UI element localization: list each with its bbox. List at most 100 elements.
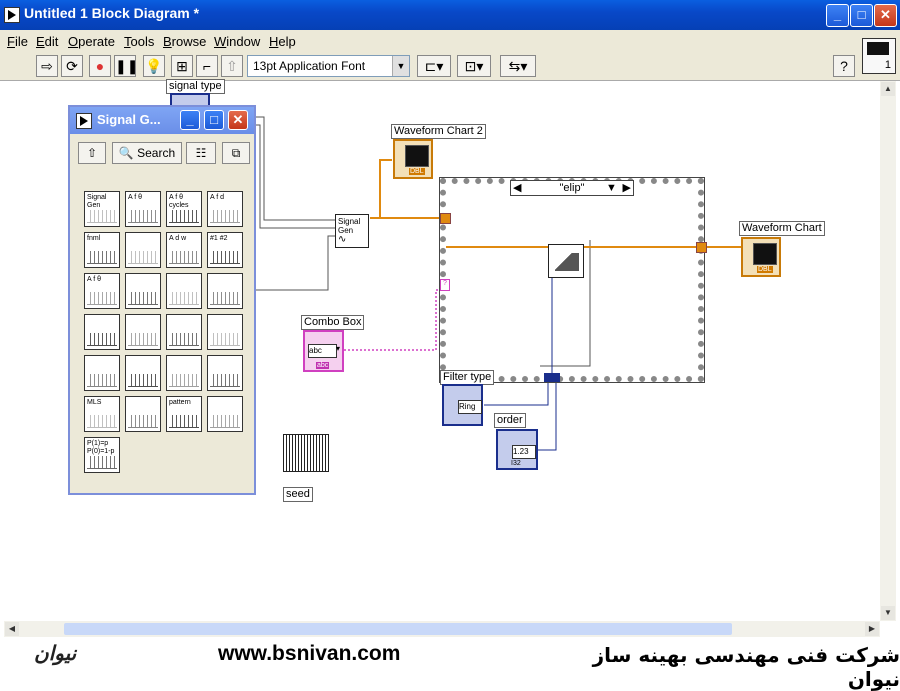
waveform-icon — [128, 251, 158, 264]
decrement-arrow-icon[interactable]: ◀ — [513, 181, 521, 195]
waveform-icon — [210, 251, 240, 264]
waveform-icon — [128, 333, 158, 346]
palette-maximize-button[interactable]: □ — [204, 110, 224, 130]
palette-vi-icon[interactable] — [166, 273, 202, 309]
watermark-banner: نیوان www.bsnivan.com شرکت فنی مهندسی به… — [0, 637, 900, 691]
palette-vi-icon[interactable]: MLS — [84, 396, 120, 432]
palette-vi-icon[interactable] — [125, 314, 161, 350]
palette-vi-icon[interactable]: A f θ — [84, 273, 120, 309]
palette-vi-icon[interactable] — [125, 355, 161, 391]
palette-search-button[interactable]: 🔍 Search — [112, 142, 182, 164]
tunnel-in-orange[interactable] — [440, 213, 451, 224]
waveform-icon — [128, 292, 158, 305]
palette-search-label: Search — [137, 146, 176, 160]
palette-vi-icon[interactable]: fnml — [84, 232, 120, 268]
scroll-down-icon[interactable]: ▼ — [881, 606, 895, 620]
increment-arrow-icon[interactable]: ▶ — [623, 181, 631, 195]
scroll-right-icon[interactable]: ▶ — [865, 622, 879, 636]
horizontal-scrollbar[interactable]: ◀ ▶ — [4, 621, 880, 637]
website-url: www.bsnivan.com — [218, 642, 401, 665]
filter-type-label: Filter type — [440, 370, 495, 385]
palette-vi-caption: A f d — [210, 194, 225, 201]
sine-wave-icon: ∿ — [338, 234, 347, 245]
palette-vi-icon[interactable] — [207, 273, 243, 309]
signal-generation-palette[interactable]: Signal G... _ □ ✕ ⇧ 🔍 Search ☷ ⧉ Signal … — [68, 105, 256, 495]
scroll-up-icon[interactable]: ▲ — [881, 82, 895, 96]
palette-vi-icon[interactable] — [125, 396, 161, 432]
case-selector-terminal[interactable]: ? — [440, 279, 450, 291]
palette-close-button[interactable]: ✕ — [228, 110, 248, 130]
palette-vi-icon[interactable]: Signal Gen — [84, 191, 120, 227]
palette-vi-icon[interactable]: pattern — [166, 396, 202, 432]
waveform-chart-terminal[interactable]: DBL — [741, 237, 781, 277]
palette-vi-icon[interactable] — [166, 355, 202, 391]
waveform-icon — [169, 415, 199, 428]
palette-vi-icon[interactable]: A f θ cycles — [166, 191, 202, 227]
chart-icon — [405, 145, 429, 167]
signal-type-label: signal type — [166, 79, 225, 94]
wire-signal-type-2 — [256, 124, 336, 229]
palette-vi-caption: A d w — [169, 235, 187, 242]
company-name: شرکت فنی مهندسی بهینه ساز نیوان — [592, 643, 900, 691]
waveform-icon — [210, 374, 240, 387]
waveform-icon — [169, 251, 199, 264]
filter-type-terminal[interactable]: Ring — [442, 384, 483, 426]
filter-vi-node[interactable] — [548, 244, 584, 278]
waveform-icon — [169, 292, 199, 305]
noise-generator-node[interactable] — [283, 434, 329, 472]
waveform-chart-2-label: Waveform Chart 2 — [391, 124, 486, 139]
seed-label: seed — [283, 487, 313, 502]
palette-vi-caption: MLS — [87, 399, 102, 406]
palette-vi-icon[interactable]: P(1)=p P(0)=1-p — [84, 437, 120, 473]
filter-type-value: Ring — [458, 400, 482, 414]
waveform-icon — [210, 210, 240, 223]
waveform-icon — [87, 456, 117, 469]
dbl-tag: DBL — [409, 168, 425, 175]
palette-vi-icon[interactable] — [125, 273, 161, 309]
palette-vi-caption: fnml — [87, 235, 101, 242]
chart-icon — [753, 243, 777, 265]
palette-vi-icon[interactable] — [125, 232, 161, 268]
palette-up-icon[interactable]: ⇧ — [78, 142, 106, 164]
palette-vi-icon[interactable]: A f d — [207, 191, 243, 227]
waveform-icon — [169, 374, 199, 387]
palette-minimize-button[interactable]: _ — [180, 110, 200, 130]
combo-box-label: Combo Box — [301, 315, 365, 330]
company-logo: نیوان — [34, 641, 77, 665]
palette-vi-icon[interactable] — [84, 355, 120, 391]
palette-vi-icon[interactable] — [207, 355, 243, 391]
palette-options-icon[interactable]: ⧉ — [222, 142, 250, 164]
scroll-left-icon[interactable]: ◀ — [5, 622, 19, 636]
palette-vi-icon[interactable]: A f θ — [125, 191, 161, 227]
palette-vi-icon[interactable] — [84, 314, 120, 350]
case-selector[interactable]: ◀ "elip" ▼ ▶ — [510, 180, 634, 196]
tunnel-blue[interactable] — [544, 373, 560, 382]
vertical-scrollbar[interactable]: ▲ ▼ — [880, 81, 896, 621]
palette-vi-caption: A f θ — [128, 194, 143, 201]
wire-signal-type — [256, 116, 336, 221]
order-terminal[interactable]: 1.23 I32 — [496, 429, 538, 470]
waveform-icon — [87, 415, 117, 428]
palette-title-bar[interactable]: Signal G... _ □ ✕ — [70, 107, 254, 134]
waveform-chart-2-terminal[interactable]: DBL — [393, 139, 433, 179]
palette-vi-icon[interactable] — [207, 314, 243, 350]
filter-response-icon — [555, 253, 579, 271]
palette-view-icon[interactable]: ☷ — [186, 142, 216, 164]
combo-type-tag: abc — [316, 362, 330, 369]
signal-gen-node[interactable]: Signal Gen ∿ — [335, 214, 369, 248]
waveform-icon — [210, 292, 240, 305]
palette-vi-icon[interactable]: #1 #2 — [207, 232, 243, 268]
signal-gen-node-label: Signal Gen — [338, 217, 361, 235]
waveform-icon — [169, 210, 199, 223]
palette-vi-icon[interactable]: A d w — [166, 232, 202, 268]
case-structure[interactable] — [439, 177, 705, 383]
palette-vi-icon[interactable] — [207, 396, 243, 432]
chevron-down-icon[interactable]: ▼ — [606, 181, 617, 195]
palette-vi-icon[interactable] — [166, 314, 202, 350]
waveform-icon — [128, 374, 158, 387]
signal-type-terminal[interactable] — [170, 93, 210, 105]
scroll-thumb[interactable] — [64, 623, 732, 635]
combo-box-terminal[interactable]: abc ▾ abc — [303, 330, 344, 372]
tunnel-out-orange[interactable] — [696, 242, 707, 253]
order-value: 1.23 — [512, 445, 536, 459]
